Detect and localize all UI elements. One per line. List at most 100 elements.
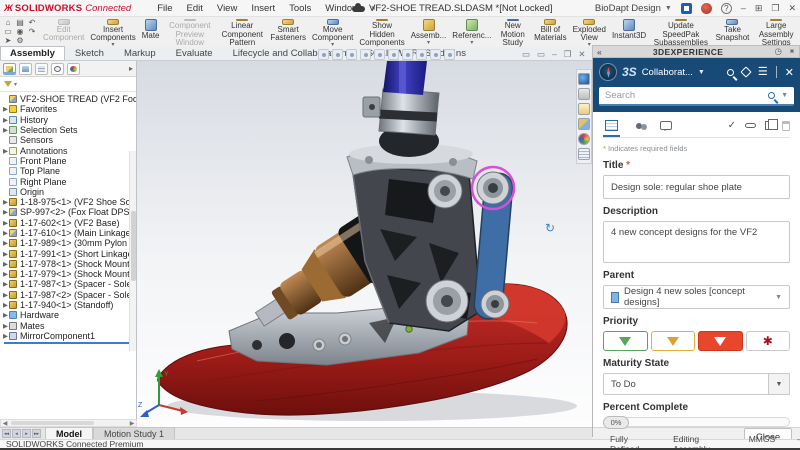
restore-button[interactable]: ❐: [771, 3, 779, 14]
expand-arrow-icon[interactable]: ▶: [2, 270, 9, 278]
graphics-viewport[interactable]: Y Z ↻: [137, 61, 592, 427]
accept-icon[interactable]: ✓: [728, 120, 736, 131]
app-switcher[interactable]: Collaborat...: [642, 67, 693, 78]
dynamic-annotation-icon[interactable]: [374, 49, 385, 60]
tab-evaluate[interactable]: Evaluate: [166, 46, 223, 60]
tree-item[interactable]: ▶ Mates: [2, 321, 136, 331]
file-explorer-icon[interactable]: [578, 103, 590, 115]
tree-item[interactable]: ▶ Origin: [2, 187, 136, 197]
expand-arrow-icon[interactable]: ▶: [2, 260, 9, 268]
ribbon-button[interactable]: Exploded View ▾: [570, 17, 609, 47]
tree-item[interactable]: ▶ 1-17-978<1> (Shock Mount - Lower): [2, 259, 136, 269]
menu-item[interactable]: View: [217, 3, 237, 14]
appearances-icon[interactable]: [416, 49, 427, 60]
tree-horizontal-scrollbar[interactable]: ◀ ▶: [0, 419, 137, 427]
custom-properties-icon[interactable]: [578, 148, 590, 160]
tree-item[interactable]: ▶ MirrorComponent1: [2, 331, 136, 341]
appearances-scenes-icon[interactable]: [578, 133, 590, 145]
3dexperience-tab-icon[interactable]: [578, 73, 590, 85]
tree-item[interactable]: ▶ 1-17-979<1> (Shock Mount - Lower Spac: [2, 269, 136, 279]
help-icon[interactable]: ?: [720, 2, 732, 14]
menu-item[interactable]: Insert: [251, 3, 275, 14]
expand-arrow-icon[interactable]: ▶: [2, 126, 9, 134]
scroll-right-icon[interactable]: ▶: [128, 420, 136, 427]
expand-arrow-icon[interactable]: ▶: [2, 208, 9, 216]
ribbon-button[interactable]: Smart Fasteners ▾: [267, 17, 309, 47]
tree-item[interactable]: ▶ Annotations: [2, 145, 136, 156]
maturity-select[interactable]: To Do ▼: [603, 373, 790, 395]
new-document-icon[interactable]: ▭: [4, 27, 12, 36]
expand-arrow-icon[interactable]: ▶: [2, 280, 9, 288]
chevron-down-icon[interactable]: ▼: [698, 69, 705, 76]
search-icon[interactable]: [768, 92, 776, 99]
compass-avatar[interactable]: [599, 63, 617, 81]
feature-tree-tab[interactable]: [3, 62, 16, 75]
tree-item[interactable]: ▶ 1-17-989<1> (30mm Pylon Clamp): [2, 238, 136, 248]
minimize-button[interactable]: –: [741, 3, 746, 13]
user-avatar[interactable]: [700, 2, 712, 14]
parent-select[interactable]: Design 4 new soles [concept designs] ▼: [603, 285, 790, 309]
undo-icon[interactable]: ↶: [29, 18, 36, 27]
ribbon-button[interactable]: Insert Components ▾: [87, 17, 138, 47]
tree-item[interactable]: ▶ Front Plane: [2, 156, 136, 166]
dimxpert-manager-tab[interactable]: [51, 62, 64, 75]
tree-scrollbar[interactable]: [129, 151, 136, 351]
configuration-manager-tab[interactable]: [35, 62, 48, 75]
ribbon-button[interactable]: Take Snapshot ▾: [713, 17, 753, 47]
doc-restore-icon[interactable]: ❐: [564, 49, 572, 60]
expand-arrow-icon[interactable]: ▶: [2, 219, 9, 227]
expand-arrow-icon[interactable]: ▶: [2, 291, 9, 299]
panel-history-icon[interactable]: ◷: [774, 46, 781, 57]
ribbon-button[interactable]: Mate ▾: [139, 17, 163, 47]
link-icon[interactable]: [745, 123, 756, 128]
zoom-area-icon[interactable]: [332, 49, 343, 60]
search-input[interactable]: Search ▼: [599, 87, 794, 106]
workspace-selector[interactable]: BioDapt Design ▼: [595, 3, 672, 14]
percent-complete-slider[interactable]: 0%: [603, 416, 790, 429]
ribbon-button[interactable]: Move Component ▾: [309, 17, 356, 47]
ribbon-button[interactable]: Bill of Materials ▾: [531, 17, 569, 47]
priority-low-button[interactable]: [603, 331, 648, 351]
resources-home-icon[interactable]: [578, 88, 590, 100]
tree-item[interactable]: ▶ 1-17-991<1> (Short Linkage): [2, 248, 136, 259]
tree-item[interactable]: ▶ Top Plane: [2, 166, 136, 176]
ribbon-button[interactable]: Update SpeedPak Subassemblies ▾: [649, 17, 712, 47]
tab-markup[interactable]: Markup: [114, 46, 166, 60]
display-manager-tab[interactable]: [67, 62, 80, 75]
priority-high-button-selected[interactable]: [698, 331, 743, 351]
tab-assembly[interactable]: Assembly: [0, 46, 65, 60]
tab-members[interactable]: [634, 114, 647, 137]
ribbon-button[interactable]: Edit Component ▾: [40, 17, 87, 47]
tree-item[interactable]: ▶ History: [2, 115, 136, 125]
duplicate-icon[interactable]: [765, 119, 778, 130]
expand-arrow-icon[interactable]: ▶: [2, 147, 9, 155]
expand-arrow-icon[interactable]: ▶: [2, 301, 9, 309]
tab-properties[interactable]: [603, 114, 620, 137]
previous-view-icon[interactable]: [346, 49, 357, 60]
property-manager-tab[interactable]: [19, 62, 32, 75]
layout-grid-icon[interactable]: ⊞: [755, 3, 763, 14]
tree-item[interactable]: ▶ Right Plane: [2, 176, 136, 187]
search-icon[interactable]: [726, 68, 734, 76]
ribbon-button[interactable]: Show Hidden Components ▾: [356, 17, 407, 47]
tree-item[interactable]: ▶ Hardware: [2, 310, 136, 320]
tree-item[interactable]: ▶ 1-17-940<1> (Standoff): [2, 300, 136, 310]
more-tabs-icon[interactable]: ▸: [129, 64, 133, 73]
tree-item[interactable]: ▶ 1-18-975<1> (VF2 Shoe Sole w/ Tread): [2, 197, 136, 207]
priority-medium-button[interactable]: [650, 331, 695, 351]
zoom-fit-icon[interactable]: [318, 49, 329, 60]
tab-sketch[interactable]: Sketch: [65, 46, 114, 60]
expand-arrow-icon[interactable]: ▶: [2, 198, 9, 206]
expand-arrow-icon[interactable]: ▶: [2, 332, 9, 340]
tab-motion-study[interactable]: Motion Study 1: [93, 427, 176, 439]
tree-item[interactable]: ▶ SP-997<2> (Fox Float DPS Shock): [2, 207, 136, 217]
tag-icon[interactable]: [740, 66, 752, 78]
ribbon-button[interactable]: Assemb... ▾: [408, 17, 450, 47]
tree-item[interactable]: ▶ 1-17-602<1> (VF2 Base): [2, 218, 136, 228]
ribbon-button[interactable]: Instant3D ▾: [609, 17, 649, 47]
next-tab-icon[interactable]: ▸: [22, 429, 31, 438]
panel-close-icon[interactable]: ✕: [785, 66, 794, 79]
3d-model[interactable]: Y Z: [137, 61, 592, 427]
last-tab-icon[interactable]: ▸▸: [32, 429, 41, 438]
tree-filter[interactable]: ▾: [0, 77, 136, 92]
